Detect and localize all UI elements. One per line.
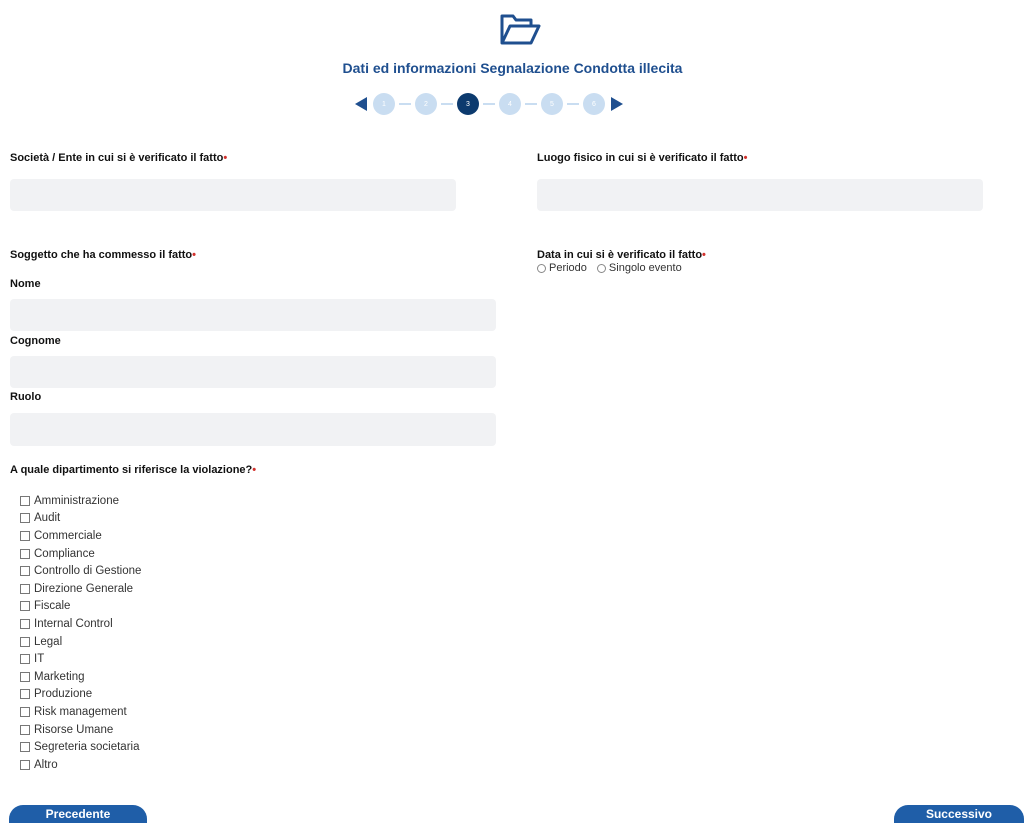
checkbox-item[interactable]: Audit — [20, 510, 141, 528]
radio-circle[interactable] — [596, 263, 606, 273]
checkbox-item[interactable]: Controllo di Gestione — [20, 562, 141, 580]
checkbox-item[interactable]: Segreteria societaria — [20, 738, 141, 756]
cognome-input[interactable] — [10, 356, 496, 388]
checkbox[interactable] — [20, 706, 30, 717]
checkbox-item[interactable]: Amministrazione — [20, 492, 141, 510]
step-4[interactable]: 4 — [499, 93, 521, 115]
ruolo-label: Ruolo — [10, 391, 42, 403]
checkbox-item[interactable]: Commerciale — [20, 527, 141, 545]
successivo-button[interactable]: Successivo — [894, 805, 1024, 823]
cognome-label: Cognome — [10, 335, 61, 347]
checkbox[interactable] — [20, 548, 30, 559]
required-marker: • — [192, 249, 196, 261]
dipartimento-checklist: Amministrazione Audit Commerciale Compli… — [20, 492, 141, 774]
arrow-left-icon[interactable] — [355, 97, 367, 111]
checkbox-item[interactable]: Direzione Generale — [20, 580, 141, 598]
folder-open-icon — [500, 14, 541, 45]
checkbox[interactable] — [20, 513, 30, 524]
data-label: Data in cui si è verificato il fatto• — [537, 249, 706, 261]
soggetto-label: Soggetto che ha commesso il fatto• — [10, 249, 196, 261]
precedente-button[interactable]: Precedente — [9, 805, 147, 823]
radio-singolo-evento[interactable]: Singolo evento — [596, 262, 682, 274]
checkbox[interactable] — [20, 530, 30, 541]
checkbox[interactable] — [20, 689, 30, 700]
checkbox-item[interactable]: Legal — [20, 633, 141, 651]
radio-circle[interactable] — [537, 263, 546, 273]
checkbox-item[interactable]: Risorse Umane — [20, 721, 141, 739]
step-connector — [525, 103, 537, 105]
checkbox[interactable] — [20, 601, 30, 612]
societa-label: Società / Ente in cui si è verificato il… — [10, 152, 228, 164]
checkbox[interactable] — [20, 742, 30, 753]
checkbox[interactable] — [20, 495, 30, 506]
checkbox[interactable] — [20, 759, 30, 770]
checkbox[interactable] — [20, 618, 30, 629]
luogo-input[interactable] — [537, 179, 983, 211]
required-marker: • — [252, 464, 257, 476]
arrow-right-icon[interactable] — [611, 97, 623, 111]
data-radio-group: Periodo Singolo evento — [537, 262, 692, 274]
nome-input[interactable] — [10, 299, 496, 331]
luogo-label: Luogo fisico in cui si è verificato il f… — [537, 152, 748, 164]
checkbox[interactable] — [20, 566, 30, 577]
step-connector — [399, 103, 411, 105]
nome-label: Nome — [10, 278, 41, 290]
checkbox[interactable] — [20, 583, 30, 594]
step-2[interactable]: 2 — [415, 93, 437, 115]
checkbox[interactable] — [20, 636, 30, 647]
step-5[interactable]: 5 — [541, 93, 563, 115]
checkbox-item[interactable]: Altro — [20, 756, 141, 774]
checkbox-item[interactable]: IT — [20, 650, 141, 668]
step-connector — [567, 103, 579, 105]
checkbox[interactable] — [20, 671, 30, 682]
checkbox-item[interactable]: Marketing — [20, 668, 141, 686]
required-marker: • — [702, 249, 706, 261]
checkbox-item[interactable]: Internal Control — [20, 615, 141, 633]
ruolo-input[interactable] — [10, 413, 496, 446]
step-1[interactable]: 1 — [373, 93, 395, 115]
step-indicator: 1 2 3 4 5 6 — [355, 92, 623, 116]
step-connector — [441, 103, 453, 105]
checkbox-item[interactable]: Risk management — [20, 703, 141, 721]
required-marker: • — [743, 152, 748, 164]
required-marker: • — [223, 152, 228, 164]
page-title: Dati ed informazioni Segnalazione Condot… — [342, 60, 683, 76]
step-connector — [483, 103, 495, 105]
radio-periodo[interactable]: Periodo — [537, 262, 587, 274]
dipartimento-label: A quale dipartimento si riferisce la vio… — [10, 464, 257, 476]
checkbox[interactable] — [20, 654, 30, 665]
societa-input[interactable] — [10, 179, 456, 211]
step-3-current[interactable]: 3 — [457, 93, 479, 115]
checkbox-item[interactable]: Compliance — [20, 545, 141, 563]
checkbox-item[interactable]: Fiscale — [20, 598, 141, 616]
checkbox[interactable] — [20, 724, 30, 735]
step-6[interactable]: 6 — [583, 93, 605, 115]
checkbox-item[interactable]: Produzione — [20, 686, 141, 704]
